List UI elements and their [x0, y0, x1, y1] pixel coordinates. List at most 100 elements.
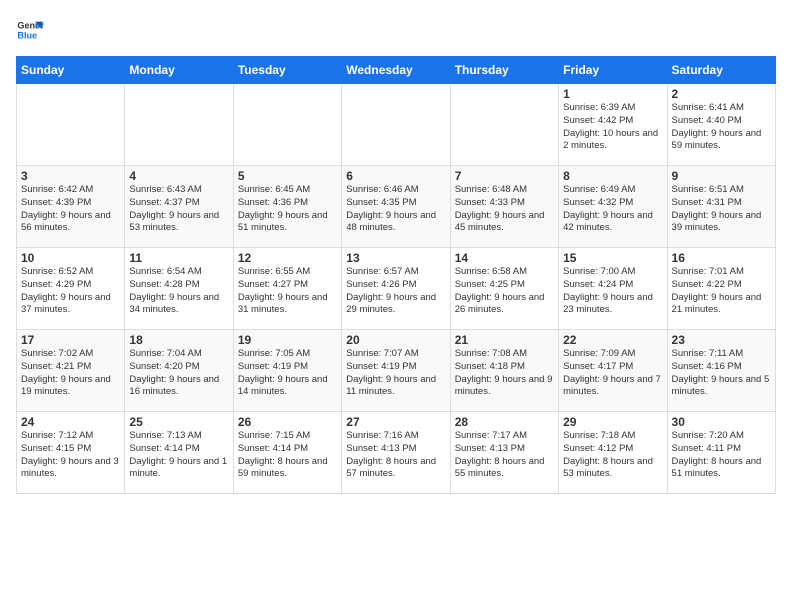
day-number: 28	[455, 415, 554, 429]
day-info: Sunrise: 6:46 AM Sunset: 4:35 PM Dayligh…	[346, 184, 445, 235]
day-info: Sunrise: 7:05 AM Sunset: 4:19 PM Dayligh…	[238, 348, 337, 399]
weekday-header-row: SundayMondayTuesdayWednesdayThursdayFrid…	[17, 57, 776, 84]
calendar-cell: 9Sunrise: 6:51 AM Sunset: 4:31 PM Daylig…	[667, 166, 775, 248]
day-number: 3	[21, 169, 120, 183]
day-info: Sunrise: 7:13 AM Sunset: 4:14 PM Dayligh…	[129, 430, 228, 481]
day-number: 10	[21, 251, 120, 265]
calendar-cell: 24Sunrise: 7:12 AM Sunset: 4:15 PM Dayli…	[17, 412, 125, 494]
day-info: Sunrise: 7:11 AM Sunset: 4:16 PM Dayligh…	[672, 348, 771, 399]
calendar-cell: 29Sunrise: 7:18 AM Sunset: 4:12 PM Dayli…	[559, 412, 667, 494]
day-number: 25	[129, 415, 228, 429]
day-info: Sunrise: 6:43 AM Sunset: 4:37 PM Dayligh…	[129, 184, 228, 235]
calendar-cell	[125, 84, 233, 166]
calendar-cell: 4Sunrise: 6:43 AM Sunset: 4:37 PM Daylig…	[125, 166, 233, 248]
day-number: 11	[129, 251, 228, 265]
calendar-cell	[17, 84, 125, 166]
day-number: 26	[238, 415, 337, 429]
day-info: Sunrise: 7:20 AM Sunset: 4:11 PM Dayligh…	[672, 430, 771, 481]
day-number: 23	[672, 333, 771, 347]
logo: General Blue	[16, 16, 44, 44]
day-number: 21	[455, 333, 554, 347]
calendar-cell: 17Sunrise: 7:02 AM Sunset: 4:21 PM Dayli…	[17, 330, 125, 412]
calendar-cell: 8Sunrise: 6:49 AM Sunset: 4:32 PM Daylig…	[559, 166, 667, 248]
day-info: Sunrise: 7:04 AM Sunset: 4:20 PM Dayligh…	[129, 348, 228, 399]
day-number: 2	[672, 87, 771, 101]
day-number: 30	[672, 415, 771, 429]
calendar-cell: 28Sunrise: 7:17 AM Sunset: 4:13 PM Dayli…	[450, 412, 558, 494]
calendar-week-3: 10Sunrise: 6:52 AM Sunset: 4:29 PM Dayli…	[17, 248, 776, 330]
logo-icon: General Blue	[16, 16, 44, 44]
day-number: 9	[672, 169, 771, 183]
weekday-header-monday: Monday	[125, 57, 233, 84]
day-info: Sunrise: 7:15 AM Sunset: 4:14 PM Dayligh…	[238, 430, 337, 481]
calendar-cell: 21Sunrise: 7:08 AM Sunset: 4:18 PM Dayli…	[450, 330, 558, 412]
day-info: Sunrise: 7:17 AM Sunset: 4:13 PM Dayligh…	[455, 430, 554, 481]
day-info: Sunrise: 6:41 AM Sunset: 4:40 PM Dayligh…	[672, 102, 771, 153]
day-info: Sunrise: 7:01 AM Sunset: 4:22 PM Dayligh…	[672, 266, 771, 317]
calendar-cell	[233, 84, 341, 166]
day-info: Sunrise: 6:52 AM Sunset: 4:29 PM Dayligh…	[21, 266, 120, 317]
day-info: Sunrise: 7:16 AM Sunset: 4:13 PM Dayligh…	[346, 430, 445, 481]
weekday-header-wednesday: Wednesday	[342, 57, 450, 84]
day-number: 13	[346, 251, 445, 265]
calendar-cell: 10Sunrise: 6:52 AM Sunset: 4:29 PM Dayli…	[17, 248, 125, 330]
weekday-header-tuesday: Tuesday	[233, 57, 341, 84]
calendar-cell: 14Sunrise: 6:58 AM Sunset: 4:25 PM Dayli…	[450, 248, 558, 330]
day-number: 18	[129, 333, 228, 347]
day-number: 22	[563, 333, 662, 347]
calendar-week-1: 1Sunrise: 6:39 AM Sunset: 4:42 PM Daylig…	[17, 84, 776, 166]
svg-text:Blue: Blue	[17, 30, 37, 40]
day-info: Sunrise: 7:07 AM Sunset: 4:19 PM Dayligh…	[346, 348, 445, 399]
calendar-cell: 22Sunrise: 7:09 AM Sunset: 4:17 PM Dayli…	[559, 330, 667, 412]
day-number: 24	[21, 415, 120, 429]
day-info: Sunrise: 7:08 AM Sunset: 4:18 PM Dayligh…	[455, 348, 554, 399]
day-number: 12	[238, 251, 337, 265]
calendar-cell	[450, 84, 558, 166]
day-number: 14	[455, 251, 554, 265]
day-number: 6	[346, 169, 445, 183]
calendar-cell: 7Sunrise: 6:48 AM Sunset: 4:33 PM Daylig…	[450, 166, 558, 248]
day-number: 7	[455, 169, 554, 183]
calendar-cell: 16Sunrise: 7:01 AM Sunset: 4:22 PM Dayli…	[667, 248, 775, 330]
day-info: Sunrise: 6:54 AM Sunset: 4:28 PM Dayligh…	[129, 266, 228, 317]
page-container: General Blue SundayMondayTuesdayWednesda…	[0, 0, 792, 502]
calendar-table: SundayMondayTuesdayWednesdayThursdayFrid…	[16, 56, 776, 494]
calendar-cell: 26Sunrise: 7:15 AM Sunset: 4:14 PM Dayli…	[233, 412, 341, 494]
day-number: 20	[346, 333, 445, 347]
day-info: Sunrise: 6:39 AM Sunset: 4:42 PM Dayligh…	[563, 102, 662, 153]
weekday-header-sunday: Sunday	[17, 57, 125, 84]
day-number: 17	[21, 333, 120, 347]
calendar-cell: 19Sunrise: 7:05 AM Sunset: 4:19 PM Dayli…	[233, 330, 341, 412]
day-info: Sunrise: 6:55 AM Sunset: 4:27 PM Dayligh…	[238, 266, 337, 317]
calendar-cell: 6Sunrise: 6:46 AM Sunset: 4:35 PM Daylig…	[342, 166, 450, 248]
calendar-cell: 11Sunrise: 6:54 AM Sunset: 4:28 PM Dayli…	[125, 248, 233, 330]
calendar-cell: 20Sunrise: 7:07 AM Sunset: 4:19 PM Dayli…	[342, 330, 450, 412]
day-info: Sunrise: 6:58 AM Sunset: 4:25 PM Dayligh…	[455, 266, 554, 317]
calendar-cell: 3Sunrise: 6:42 AM Sunset: 4:39 PM Daylig…	[17, 166, 125, 248]
calendar-cell: 30Sunrise: 7:20 AM Sunset: 4:11 PM Dayli…	[667, 412, 775, 494]
day-info: Sunrise: 7:09 AM Sunset: 4:17 PM Dayligh…	[563, 348, 662, 399]
calendar-week-5: 24Sunrise: 7:12 AM Sunset: 4:15 PM Dayli…	[17, 412, 776, 494]
calendar-cell: 18Sunrise: 7:04 AM Sunset: 4:20 PM Dayli…	[125, 330, 233, 412]
calendar-cell: 27Sunrise: 7:16 AM Sunset: 4:13 PM Dayli…	[342, 412, 450, 494]
day-number: 19	[238, 333, 337, 347]
day-info: Sunrise: 7:02 AM Sunset: 4:21 PM Dayligh…	[21, 348, 120, 399]
day-number: 27	[346, 415, 445, 429]
day-number: 1	[563, 87, 662, 101]
day-number: 15	[563, 251, 662, 265]
day-number: 8	[563, 169, 662, 183]
calendar-week-4: 17Sunrise: 7:02 AM Sunset: 4:21 PM Dayli…	[17, 330, 776, 412]
calendar-cell: 25Sunrise: 7:13 AM Sunset: 4:14 PM Dayli…	[125, 412, 233, 494]
calendar-cell: 2Sunrise: 6:41 AM Sunset: 4:40 PM Daylig…	[667, 84, 775, 166]
day-number: 5	[238, 169, 337, 183]
calendar-week-2: 3Sunrise: 6:42 AM Sunset: 4:39 PM Daylig…	[17, 166, 776, 248]
calendar-cell: 13Sunrise: 6:57 AM Sunset: 4:26 PM Dayli…	[342, 248, 450, 330]
weekday-header-thursday: Thursday	[450, 57, 558, 84]
day-info: Sunrise: 6:57 AM Sunset: 4:26 PM Dayligh…	[346, 266, 445, 317]
day-info: Sunrise: 6:45 AM Sunset: 4:36 PM Dayligh…	[238, 184, 337, 235]
calendar-cell: 5Sunrise: 6:45 AM Sunset: 4:36 PM Daylig…	[233, 166, 341, 248]
weekday-header-saturday: Saturday	[667, 57, 775, 84]
weekday-header-friday: Friday	[559, 57, 667, 84]
day-info: Sunrise: 6:49 AM Sunset: 4:32 PM Dayligh…	[563, 184, 662, 235]
day-info: Sunrise: 7:12 AM Sunset: 4:15 PM Dayligh…	[21, 430, 120, 481]
